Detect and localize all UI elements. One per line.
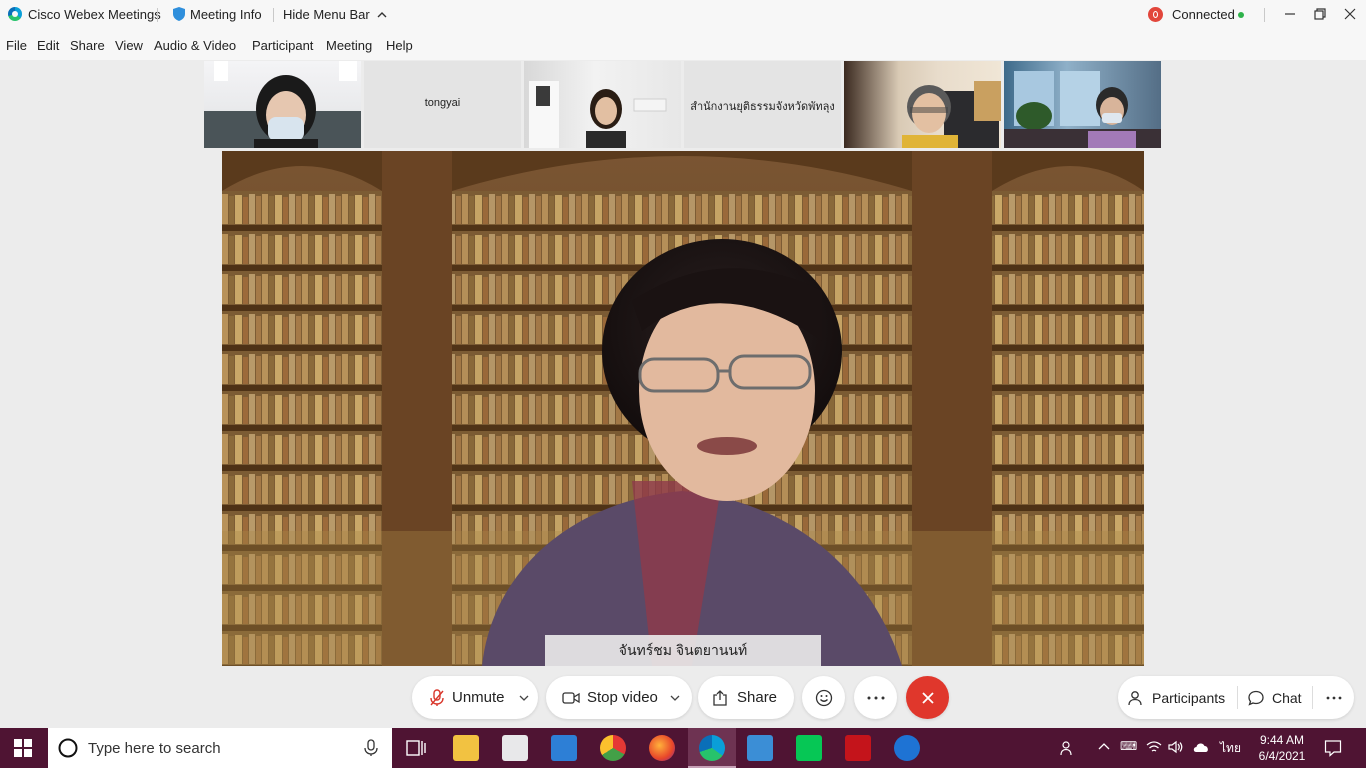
recording-indicator-icon: [1148, 7, 1163, 22]
microphone-muted-icon: [430, 688, 444, 706]
firefox-icon[interactable]: [649, 735, 675, 761]
stop-video-label: Stop video: [587, 689, 658, 706]
clock-date: 6/4/2021: [1258, 749, 1306, 763]
app-title: Cisco Webex Meetings: [28, 7, 161, 22]
minimize-icon: [1285, 13, 1295, 15]
participant-name: tongyai: [424, 97, 461, 109]
video-feed-image: [204, 61, 361, 148]
menu-audio-video[interactable]: Audio & Video: [154, 38, 236, 54]
menu-file[interactable]: File: [6, 38, 27, 54]
people-icon[interactable]: [1060, 740, 1076, 756]
volume-icon[interactable]: [1168, 740, 1184, 754]
video-camera-icon: [562, 691, 580, 704]
language-indicator[interactable]: ไทย: [1220, 739, 1241, 758]
share-label: Share: [737, 689, 778, 706]
end-meeting-button[interactable]: [906, 676, 949, 719]
acrobat-icon[interactable]: [845, 735, 871, 761]
menu-meeting[interactable]: Meeting: [326, 38, 372, 54]
stop-video-button[interactable]: Stop video: [546, 676, 692, 719]
task-view-icon[interactable]: [405, 738, 427, 758]
clock-time: 9:44 AM: [1259, 733, 1305, 747]
participant-name: สำนักงานยุติธรรมจังหวัดพัทลุง: [690, 101, 835, 113]
microphone-icon[interactable]: [364, 739, 378, 757]
title-bar: Cisco Webex Meetings Meeting Info Hide M…: [0, 0, 1366, 30]
hide-menu-bar-label: Hide Menu Bar: [283, 7, 370, 22]
menu-participant[interactable]: Participant: [252, 38, 313, 54]
speaker-video-image: [222, 151, 1144, 666]
participant-video-thumbnail[interactable]: [204, 61, 361, 148]
more-horizontal-icon: [1326, 696, 1342, 699]
emoji-icon: [815, 689, 832, 706]
mail-icon[interactable]: [551, 735, 577, 761]
windows-logo-icon: [14, 739, 32, 757]
chat-label: Chat: [1272, 689, 1302, 706]
video-feed-image: [902, 81, 1001, 148]
share-button[interactable]: Share: [698, 676, 794, 719]
line-app-icon[interactable]: [796, 735, 822, 761]
menu-view[interactable]: View: [115, 38, 143, 54]
wifi-icon[interactable]: [1146, 740, 1162, 754]
video-feed-image: [1004, 71, 1161, 148]
restore-icon: [1314, 8, 1326, 20]
participant-video-thumbnail[interactable]: [844, 61, 1001, 148]
chevron-down-icon[interactable]: [519, 695, 529, 701]
windows-start-button[interactable]: [14, 739, 32, 757]
onedrive-icon[interactable]: [1192, 741, 1210, 753]
search-placeholder: Type here to search: [88, 740, 221, 757]
close-icon: [1344, 8, 1356, 20]
file-explorer-icon[interactable]: [453, 735, 479, 761]
participants-label: Participants: [1152, 689, 1226, 706]
chrome-icon[interactable]: [600, 735, 626, 761]
divider: [1237, 686, 1238, 709]
chat-button[interactable]: Chat: [1248, 676, 1302, 719]
cortana-icon: [58, 738, 78, 758]
edge-icon[interactable]: [894, 735, 920, 761]
panel-controls: Participants Chat: [1118, 676, 1354, 719]
participants-icon: [1128, 690, 1142, 705]
menu-help[interactable]: Help: [386, 38, 413, 54]
participant-video-thumbnail[interactable]: [524, 61, 681, 148]
taskbar-clock[interactable]: 9:44 AM 6/4/2021: [1252, 732, 1312, 764]
connection-status: Connected: [1172, 7, 1235, 22]
meeting-info-button[interactable]: Meeting Info: [190, 7, 262, 23]
more-options-button[interactable]: [854, 676, 897, 719]
participant-video-thumbnail[interactable]: สำนักงานยุติธรรมจังหวัดพัทลุง: [684, 61, 841, 148]
close-icon: [921, 691, 934, 704]
divider: [1264, 8, 1265, 22]
participants-button[interactable]: Participants: [1128, 676, 1225, 719]
chevron-up-icon: [377, 12, 387, 18]
chevron-up-icon[interactable]: [1098, 742, 1110, 750]
unmute-button[interactable]: Unmute: [412, 676, 538, 719]
shield-icon: [173, 7, 185, 21]
webex-logo-icon: [8, 7, 22, 21]
active-speaker-name: จันทร์ชม จินตยานนท์: [545, 635, 821, 666]
minimize-button[interactable]: [1279, 4, 1301, 24]
menu-bar: File Edit Share View Audio & Video Parti…: [0, 30, 1366, 60]
panel-more-button[interactable]: [1321, 676, 1347, 719]
microsoft-store-icon[interactable]: [502, 735, 528, 761]
notifications-icon[interactable]: [1324, 739, 1342, 757]
chat-icon: [1248, 690, 1264, 706]
webex-taskbar-icon[interactable]: [699, 735, 725, 761]
hide-menu-bar-button[interactable]: Hide Menu Bar: [283, 7, 387, 23]
photos-icon[interactable]: [747, 735, 773, 761]
restore-button[interactable]: [1309, 4, 1331, 24]
reactions-button[interactable]: [802, 676, 845, 719]
more-horizontal-icon: [867, 696, 884, 699]
active-speaker-video[interactable]: [222, 151, 1144, 666]
unmute-label: Unmute: [452, 689, 505, 706]
ime-icon[interactable]: ⌨: [1120, 739, 1137, 753]
share-icon: [713, 689, 727, 706]
chevron-down-icon[interactable]: [670, 695, 680, 701]
video-feed-image: [529, 81, 667, 148]
participant-video-thumbnail[interactable]: [1004, 61, 1161, 148]
divider: [157, 8, 158, 22]
menu-share[interactable]: Share: [70, 38, 105, 54]
connection-status-dot-icon: [1238, 12, 1244, 18]
participant-video-thumbnail[interactable]: tongyai: [364, 61, 521, 148]
menu-edit[interactable]: Edit: [37, 38, 59, 54]
divider: [1312, 686, 1313, 709]
divider: [273, 8, 274, 22]
close-window-button[interactable]: [1339, 4, 1361, 24]
